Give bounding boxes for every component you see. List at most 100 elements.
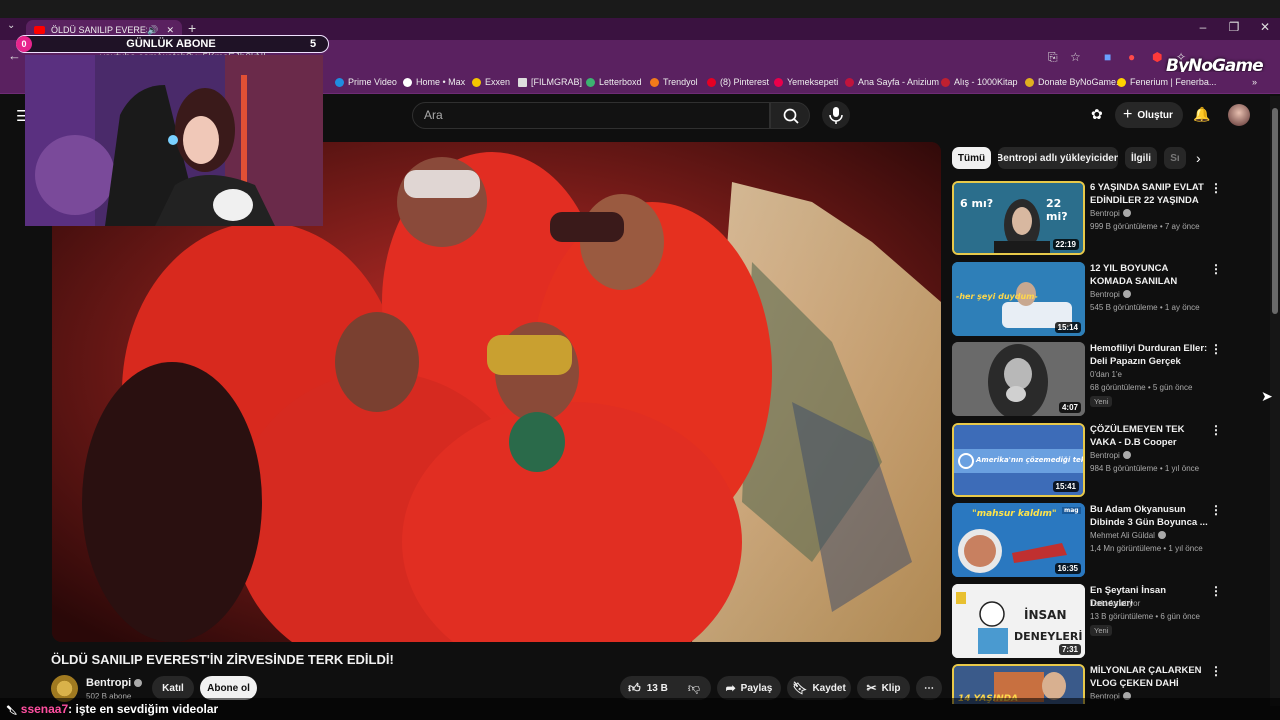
verified-icon [1122,451,1131,459]
thumb-caption: 22 mi? [1046,197,1068,223]
rec-channel[interactable]: Mehmet Ali Güldal [1090,531,1166,540]
more-actions-button[interactable]: ⋯ [916,676,942,700]
join-button[interactable]: Katıl [152,676,194,700]
more-options-icon[interactable]: ⋮ [1210,181,1222,195]
rec-title[interactable]: 6 YAŞINDA SANIP EVLAT EDİNDİLER 22 YAŞIN… [1090,181,1208,208]
bookmark-item[interactable]: Donate ByNoGame... [1025,77,1124,87]
speaker-icon[interactable]: 🔊 [147,25,158,36]
verified-icon [1122,290,1131,298]
chip-partial[interactable]: Sı [1164,147,1186,169]
scrollbar-thumb[interactable] [1272,108,1278,314]
adblock-extension-icon[interactable]: ⬢ [1152,50,1162,64]
restore-icon[interactable]: ❐ [1224,20,1244,34]
more-options-icon[interactable]: ⋮ [1210,423,1222,437]
daily-subscriber-counter: 0 GÜNLÜK ABONE 5 [16,35,329,53]
chat-username: ssenaa7 [20,702,69,716]
tab-search-icon[interactable]: ⌄ [7,20,15,31]
share-button[interactable]: ➦ Paylaş [717,676,781,700]
video-thumbnail[interactable]: 6 mı? 22 mi? 22:19 [952,181,1085,255]
rec-title[interactable]: 12 YIL BOYUNCA KOMADA SANILAN ADAM [1090,262,1208,289]
chat-message: 🔪︎ ssenaa7: işte en sevdiğim videolar [6,702,218,716]
dislike-button[interactable]: 👎︎ [680,676,708,700]
rec-channel[interactable]: Bentropi [1090,451,1131,460]
install-app-icon[interactable]: ⎘ [1048,50,1058,65]
recommendation-item[interactable]: 4:07 Hemofiliyi Durduran Eller: Deli Pap… [952,342,1222,416]
window-top-strip [0,0,1280,18]
rec-meta: 545 B görüntüleme • 1 ay önce [1090,303,1200,312]
minimize-icon[interactable]: – [1193,20,1213,34]
rec-title[interactable]: Bu Adam Okyanusun Dibinde 3 Gün Boyunca … [1090,503,1208,529]
mouse-cursor-icon: ➤ [1261,388,1273,404]
counter-badge: 0 [16,36,32,52]
extension-gear-icon[interactable]: ✿ [1091,106,1103,123]
bookmark-item[interactable]: Fenerium | Fenerba... [1117,77,1216,87]
bookmark-item[interactable]: (8) Pinterest [707,77,769,87]
notifications-bell-icon[interactable]: 🔔 [1193,106,1210,123]
bookmark-item[interactable]: Exxen [472,77,510,87]
bookmark-star-icon[interactable]: ☆ [1070,50,1081,64]
duration-badge: 4:07 [1058,402,1081,413]
search-button[interactable] [770,102,810,129]
video-thumbnail[interactable]: 4:07 [952,342,1085,416]
recommendation-item[interactable]: 6 mı? 22 mi? 22:19 6 YAŞINDA SANIP EVLAT… [952,181,1222,255]
chip-related[interactable]: İlgili [1125,147,1157,169]
like-button[interactable]: 👍︎ 13 B [620,676,676,700]
youtube-favicon-icon [34,26,45,34]
translate-extension-icon[interactable]: ■ [1104,50,1111,64]
rec-channel[interactable]: Bentropi [1090,209,1131,218]
bookmark-item[interactable]: Trendyol [650,77,698,87]
rec-channel[interactable]: 0'dan 1'e [1090,370,1122,379]
more-options-icon[interactable]: ⋮ [1210,503,1222,517]
chip-from-uploader[interactable]: Bentropi adlı yükleyiciden [998,147,1118,169]
rec-title[interactable]: MİLYONLAR ÇALARKEN VLOG ÇEKEN DAHİ HIRSI… [1090,664,1208,691]
channel-name[interactable]: Bentropi [86,677,143,689]
bookmark-item[interactable]: Letterboxd [586,77,642,87]
bookmark-item[interactable]: Ana Sayfa - Anizium [845,77,939,87]
verified-icon [134,679,143,687]
chip-all[interactable]: Tümü [952,147,991,169]
bookmarks-overflow-icon[interactable]: » [1252,77,1257,87]
rec-title[interactable]: ÇÖZÜLEMEYEN TEK VAKA - D.B Cooper Gizemi [1090,423,1208,450]
thumb-caption: İNSAN [1024,608,1067,622]
bookmark-item[interactable]: Alış - 1000Kitap [941,77,1018,87]
video-thumbnail[interactable]: "mahsur kaldım" mag 16:35 [952,503,1085,577]
subscribe-button[interactable]: Abone ol [200,676,257,700]
rec-title[interactable]: Hemofiliyi Durduran Eller: Deli Papazın … [1090,342,1208,369]
video-thumbnail[interactable]: -her şeyi duydum- 15:14 [952,262,1085,336]
close-window-icon[interactable]: ✕ [1255,20,1275,34]
recommendation-item[interactable]: "mahsur kaldım" mag 16:35 Bu Adam Okyanu… [952,503,1222,577]
close-tab-icon[interactable]: ✕ [166,25,174,36]
rec-meta: 68 görüntüleme • 5 gün önce [1090,383,1193,392]
search-input[interactable]: Ara [412,102,770,129]
bookmark-item[interactable]: Yemeksepeti [774,77,838,87]
clip-button[interactable]: ✂ Klip [857,676,910,700]
recommendation-item[interactable]: -her şeyi duydum- 15:14 12 YIL BOYUNCA K… [952,262,1222,336]
extension-red-icon[interactable]: ● [1128,50,1135,64]
more-options-icon[interactable]: ⋮ [1210,664,1222,678]
chevron-right-icon[interactable]: › [1196,150,1201,166]
save-button[interactable]: 🔖︎ Kaydet [787,676,851,700]
video-thumbnail[interactable]: Amerika'nın çözemediği tek dava 15:41 [952,423,1085,497]
rec-channel[interactable]: Torki Anlatıyor [1090,599,1140,608]
thumbs-down-icon: 👎︎ [687,680,701,695]
rec-meta: 999 B görüntüleme • 7 ay önce [1090,222,1200,231]
more-options-icon[interactable]: ⋮ [1210,342,1222,356]
rec-meta: 984 B görüntüleme • 1 yıl önce [1090,464,1200,473]
voice-search-button[interactable] [822,101,850,129]
rec-channel[interactable]: Bentropi [1090,290,1131,299]
bookmark-item[interactable]: [FILMGRAB] [518,77,582,87]
recommendation-item[interactable]: İNSAN DENEYLERİ 7:31 En Şeytani İnsan De… [952,584,1222,658]
bookmark-item[interactable]: Home • Max [403,77,465,87]
streamer-webcam [25,55,323,226]
bookmark-item[interactable]: Prime Video [335,77,397,87]
video-thumbnail[interactable]: İNSAN DENEYLERİ 7:31 [952,584,1085,658]
search-icon [783,108,799,124]
more-options-icon[interactable]: ⋮ [1210,262,1222,276]
more-options-icon[interactable]: ⋮ [1210,584,1222,598]
recommendation-item[interactable]: Amerika'nın çözemediği tek dava 15:41 ÇÖ… [952,423,1222,497]
duration-badge: 15:41 [1052,481,1079,492]
account-avatar[interactable] [1228,104,1250,126]
chat-text: : işte en sevdiğim videolar [68,702,219,716]
new-tab-button[interactable]: + [188,20,196,36]
create-button[interactable]: + Oluştur [1115,102,1183,128]
